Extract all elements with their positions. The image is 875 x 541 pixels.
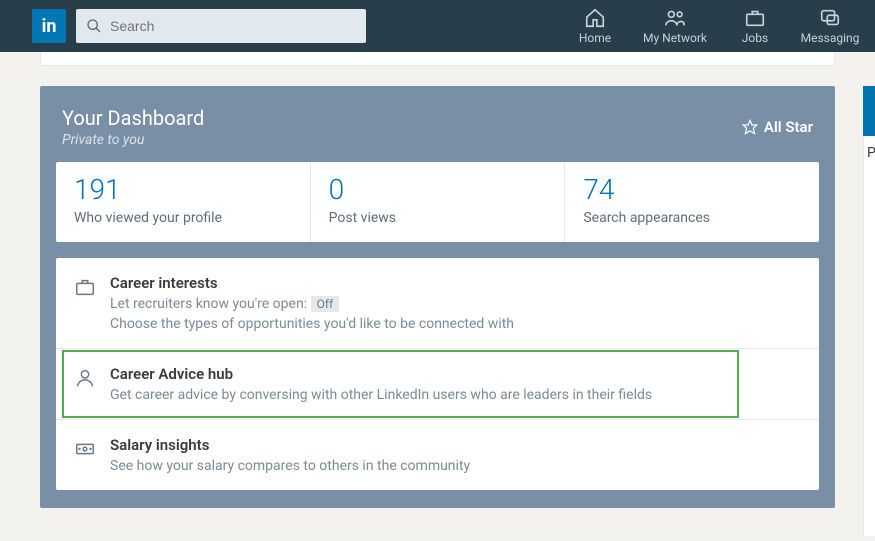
- stat-post-views[interactable]: 0 Post views: [311, 162, 566, 242]
- stat-search-appearances[interactable]: 74 Search appearances: [565, 162, 819, 242]
- stat-label: Who viewed your profile: [74, 210, 292, 226]
- stat-value: 74: [583, 176, 801, 204]
- open-to-recruiters-toggle[interactable]: Off: [311, 296, 340, 312]
- star-icon: [742, 119, 758, 135]
- nav-jobs[interactable]: Jobs: [715, 0, 795, 52]
- stat-value: 191: [74, 176, 292, 204]
- sidebar-card-sliver: P: [863, 136, 875, 536]
- top-nav: in Home My Network Jobs Messaging: [0, 0, 875, 52]
- home-icon: [584, 7, 606, 29]
- profile-strength-badge[interactable]: All Star: [742, 118, 813, 136]
- sidebar-hint-char: P: [867, 145, 875, 161]
- row-salary-insights[interactable]: Salary insights See how your salary comp…: [56, 420, 819, 490]
- nav-label: Messaging: [801, 31, 860, 45]
- nav-items: Home My Network Jobs Messaging: [555, 0, 865, 52]
- row-career-advice-hub[interactable]: Career Advice hub Get career advice by c…: [56, 349, 819, 420]
- stat-label: Post views: [329, 210, 547, 226]
- row-career-interests[interactable]: Career interests Let recruiters know you…: [56, 258, 819, 349]
- row-desc: See how your salary compares to others i…: [110, 458, 801, 474]
- row-title-text: Salary insights: [110, 436, 209, 454]
- nav-network[interactable]: My Network: [635, 0, 715, 52]
- badge-label: All Star: [764, 118, 813, 136]
- person-icon: [74, 367, 96, 389]
- sidebar-promo-sliver: [863, 86, 875, 136]
- stat-profile-views[interactable]: 191 Who viewed your profile: [56, 162, 311, 242]
- nav-home[interactable]: Home: [555, 0, 635, 52]
- stat-label: Search appearances: [583, 210, 801, 226]
- search-icon: [86, 18, 102, 34]
- nav-messaging[interactable]: Messaging: [795, 0, 865, 52]
- toggle-prefix: Let recruiters know you're open:: [110, 296, 307, 312]
- row-desc: Choose the types of opportunities you'd …: [110, 316, 801, 332]
- dashboard-subtitle: Private to you: [62, 132, 204, 148]
- dashboard-title: Your Dashboard: [62, 106, 204, 130]
- dashboard-header: Your Dashboard Private to you All Star: [56, 102, 819, 148]
- dashboard-stats: 191 Who viewed your profile 0 Post views…: [56, 162, 819, 242]
- stat-value: 0: [329, 176, 547, 204]
- nav-label: Home: [579, 31, 611, 45]
- row-title-text: Career interests: [110, 274, 218, 292]
- profile-card-bottom: [40, 52, 835, 66]
- nav-label: My Network: [643, 31, 707, 45]
- search-box[interactable]: [76, 9, 366, 43]
- row-desc: Get career advice by conversing with oth…: [110, 387, 801, 403]
- row-title-text: Career Advice hub: [110, 365, 233, 383]
- search-input[interactable]: [110, 18, 356, 34]
- briefcase-icon: [744, 7, 766, 29]
- right-sidebar-sliver: P: [863, 86, 875, 541]
- dashboard-list: Career interests Let recruiters know you…: [56, 258, 819, 490]
- messaging-icon: [819, 7, 841, 29]
- people-icon: [663, 7, 687, 29]
- nav-label: Jobs: [742, 31, 768, 45]
- dashboard-panel: Your Dashboard Private to you All Star 1…: [40, 86, 835, 508]
- money-icon: [74, 438, 96, 460]
- briefcase-icon: [74, 276, 96, 298]
- linkedin-logo[interactable]: in: [32, 9, 66, 43]
